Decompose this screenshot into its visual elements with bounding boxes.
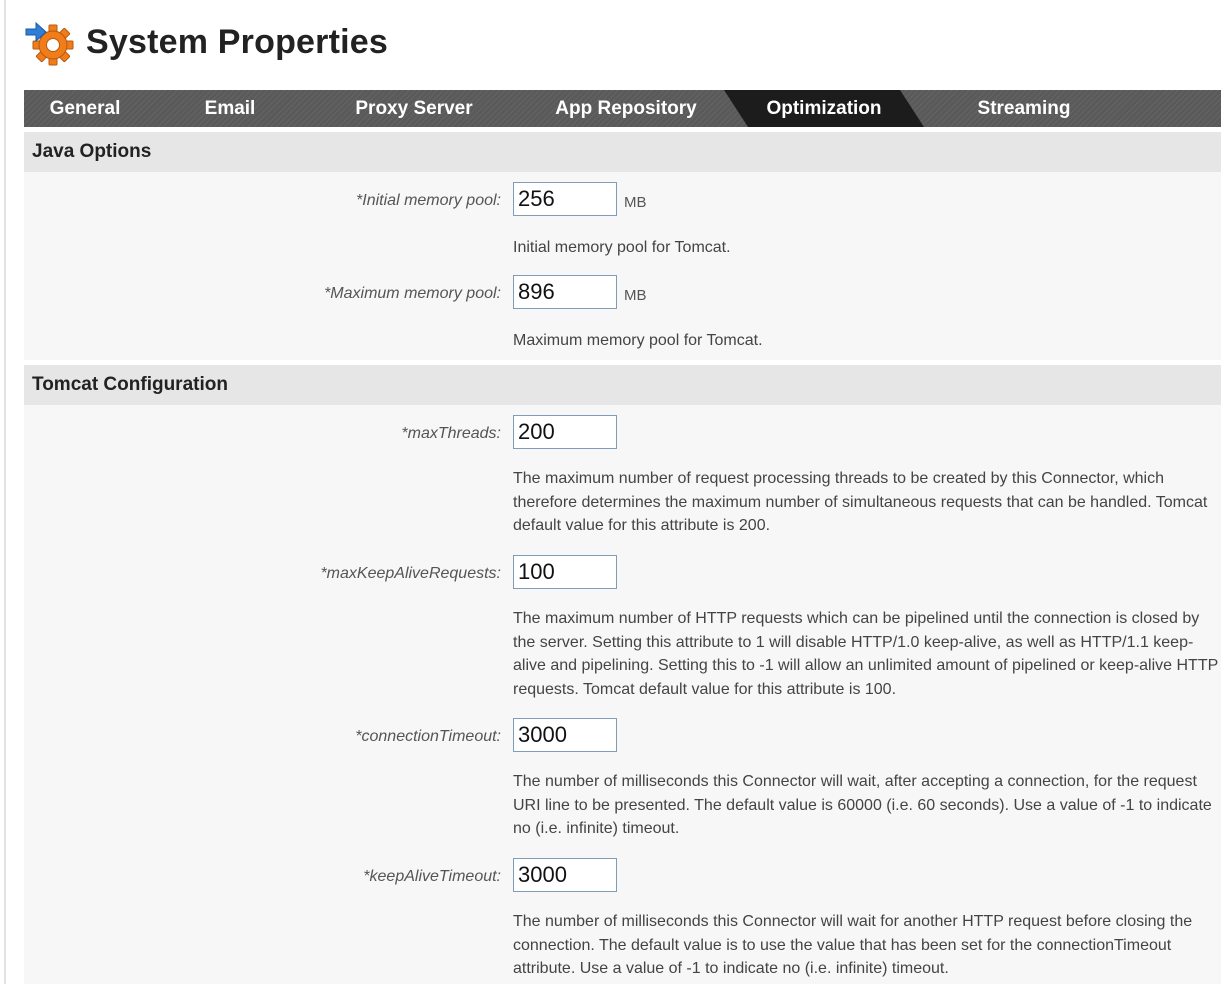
tab-email[interactable]: Email <box>146 90 314 127</box>
connection-timeout-input[interactable] <box>513 718 617 752</box>
max-keep-alive-requests-help: The maximum number of HTTP requests whic… <box>513 610 1218 698</box>
connection-timeout-label: *connectionTimeout: <box>355 728 501 745</box>
tomcat-configuration-section: Tomcat Configuration *maxThreads: The ma… <box>24 365 1221 984</box>
tab-label: General <box>49 97 121 119</box>
keep-alive-timeout-label: *keepAliveTimeout: <box>363 868 501 885</box>
tab-streaming[interactable]: Streaming <box>924 90 1124 127</box>
section-title: Tomcat Configuration <box>32 374 228 395</box>
max-threads-label: *maxThreads: <box>401 425 501 442</box>
tab-label: App Repository <box>555 97 697 119</box>
unit-label: MB <box>624 287 647 304</box>
connection-timeout-help: The number of milliseconds this Connecto… <box>513 773 1212 837</box>
keep-alive-timeout-help: The number of milliseconds this Connecto… <box>513 913 1193 977</box>
section-header: Java Options <box>24 132 1221 172</box>
tab-general[interactable]: General <box>24 90 146 127</box>
tab-optimization[interactable]: Optimization <box>724 90 924 127</box>
gear-with-arrow-icon <box>24 16 76 68</box>
page-title: System Properties <box>86 22 388 61</box>
initial-memory-pool-help: Initial memory pool for Tomcat. <box>513 239 731 256</box>
initial-memory-pool-label: *Initial memory pool: <box>356 192 501 209</box>
section-header: Tomcat Configuration <box>24 365 1221 405</box>
max-threads-input[interactable] <box>513 415 617 449</box>
maximum-memory-pool-label: *Maximum memory pool: <box>324 285 501 302</box>
page-left-border <box>4 0 6 984</box>
tab-app-repository[interactable]: App Repository <box>514 90 738 127</box>
tab-proxy-server[interactable]: Proxy Server <box>314 90 514 127</box>
tab-label: Optimization <box>766 97 882 119</box>
maximum-memory-pool-input[interactable] <box>513 275 617 309</box>
maximum-memory-pool-help: Maximum memory pool for Tomcat. <box>513 332 763 349</box>
keep-alive-timeout-input[interactable] <box>513 858 617 892</box>
initial-memory-pool-input[interactable] <box>513 182 617 216</box>
tab-bar: General Email Proxy Server App Repositor… <box>24 90 1221 127</box>
tab-label: Streaming <box>977 97 1071 119</box>
java-options-section: Java Options *Initial memory pool: MB In… <box>24 132 1221 360</box>
tab-label: Email <box>204 97 256 119</box>
max-threads-help: The maximum number of request processing… <box>513 470 1208 534</box>
max-keep-alive-requests-input[interactable] <box>513 555 617 589</box>
max-keep-alive-requests-label: *maxKeepAliveRequests: <box>320 565 501 582</box>
page-header: System Properties <box>24 12 388 72</box>
unit-label: MB <box>624 194 647 211</box>
tab-label: Proxy Server <box>355 97 473 119</box>
section-title: Java Options <box>32 141 152 162</box>
